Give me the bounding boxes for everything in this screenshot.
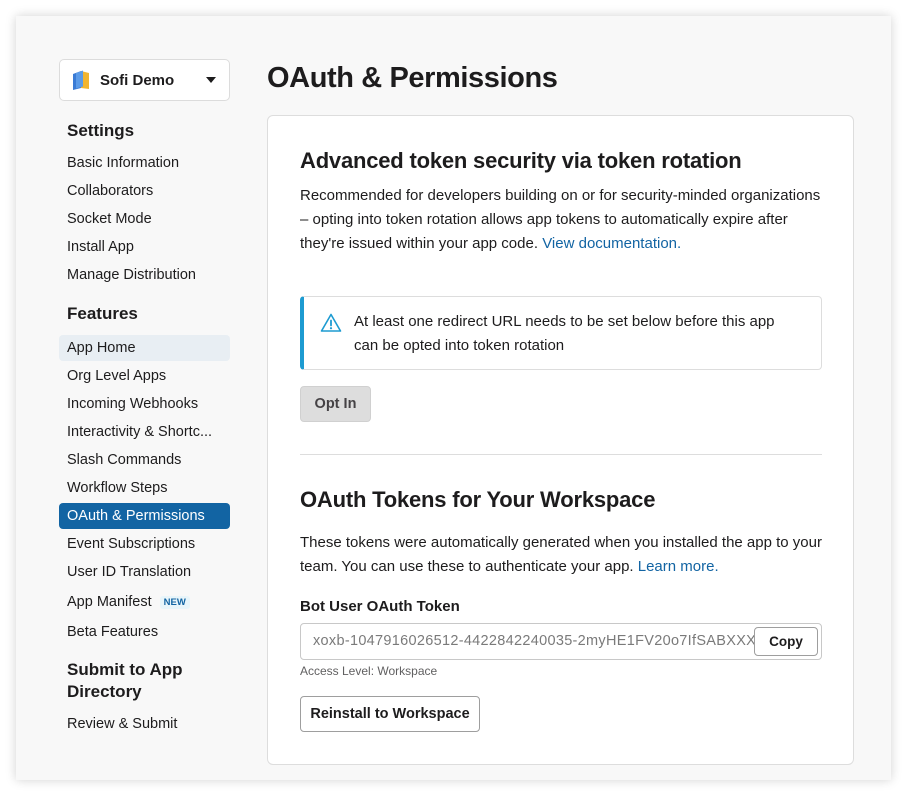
section-divider (300, 454, 822, 455)
sidebar-item-user-id-translation[interactable]: User ID Translation (59, 559, 230, 585)
learn-more-link[interactable]: Learn more. (638, 558, 719, 575)
sidebar-item-incoming-webhooks[interactable]: Incoming Webhooks (59, 391, 230, 417)
submit-nav: Review & Submit (59, 711, 230, 737)
sidebar-item-basic-information[interactable]: Basic Information (59, 150, 230, 176)
new-badge: NEW (159, 595, 190, 609)
access-level-note: Access Level: Workspace (300, 664, 438, 678)
sidebar-item-socket-mode[interactable]: Socket Mode (59, 206, 230, 232)
sidebar-item-app-home[interactable]: App Home (59, 335, 230, 361)
bot-token-field[interactable]: xoxb-1047916026512-4422842240035-2myHE1F… (300, 623, 822, 660)
sidebar-item-label: App Manifest (67, 594, 152, 610)
sidebar-item-slash-commands[interactable]: Slash Commands (59, 447, 230, 473)
rotation-description: Recommended for developers building on o… (300, 184, 822, 256)
features-nav: App Home Org Level Apps Incoming Webhook… (59, 335, 230, 645)
submit-section-title: Submit to App Directory (67, 660, 183, 701)
sidebar-item-beta-features[interactable]: Beta Features (59, 619, 230, 645)
tokens-heading: OAuth Tokens for Your Workspace (300, 487, 656, 512)
copy-button[interactable]: Copy (754, 627, 818, 656)
tokens-description: These tokens were automatically generate… (300, 531, 822, 579)
features-section-title: Features (67, 304, 138, 323)
settings-section-title: Settings (67, 121, 135, 140)
bot-token-label: Bot User OAuth Token (300, 598, 460, 615)
settings-nav: Basic Information Collaborators Socket M… (59, 150, 230, 288)
sidebar-item-install-app[interactable]: Install App (59, 234, 230, 260)
app-window: Sofi Demo Settings Basic Information Col… (16, 16, 891, 780)
sidebar-item-manage-distribution[interactable]: Manage Distribution (59, 262, 230, 288)
bot-token-value[interactable]: xoxb-1047916026512-4422842240035-2myHE1F… (313, 633, 796, 649)
rotation-heading: Advanced token security via token rotati… (300, 148, 742, 173)
reinstall-button[interactable]: Reinstall to Workspace (300, 696, 480, 732)
sidebar-item-workflow-steps[interactable]: Workflow Steps (59, 475, 230, 501)
sidebar-item-review-submit[interactable]: Review & Submit (59, 711, 230, 737)
sidebar-item-collaborators[interactable]: Collaborators (59, 178, 230, 204)
workspace-switcher[interactable]: Sofi Demo (59, 59, 230, 101)
tokens-description-text: These tokens were automatically generate… (300, 534, 822, 575)
sidebar-item-oauth-permissions[interactable]: OAuth & Permissions (59, 503, 230, 529)
token-rotation-alert: At least one redirect URL needs to be se… (300, 296, 822, 370)
sidebar: Sofi Demo Settings Basic Information Col… (59, 59, 230, 739)
sidebar-item-event-subscriptions[interactable]: Event Subscriptions (59, 531, 230, 557)
sidebar-item-app-manifest[interactable]: App Manifest NEW (59, 587, 230, 617)
alert-message: At least one redirect URL needs to be se… (354, 313, 775, 354)
chevron-down-icon[interactable] (206, 77, 216, 83)
view-documentation-link[interactable]: View documentation. (542, 235, 681, 252)
opt-in-button[interactable]: Opt In (300, 386, 371, 422)
sidebar-item-org-level-apps[interactable]: Org Level Apps (59, 363, 230, 389)
workspace-name: Sofi Demo (100, 71, 175, 89)
page-title: OAuth & Permissions (267, 62, 558, 94)
warning-icon (320, 313, 342, 332)
sidebar-item-interactivity[interactable]: Interactivity & Shortc... (59, 419, 230, 445)
content-card: Advanced token security via token rotati… (267, 115, 854, 765)
app-logo-icon (73, 70, 89, 90)
